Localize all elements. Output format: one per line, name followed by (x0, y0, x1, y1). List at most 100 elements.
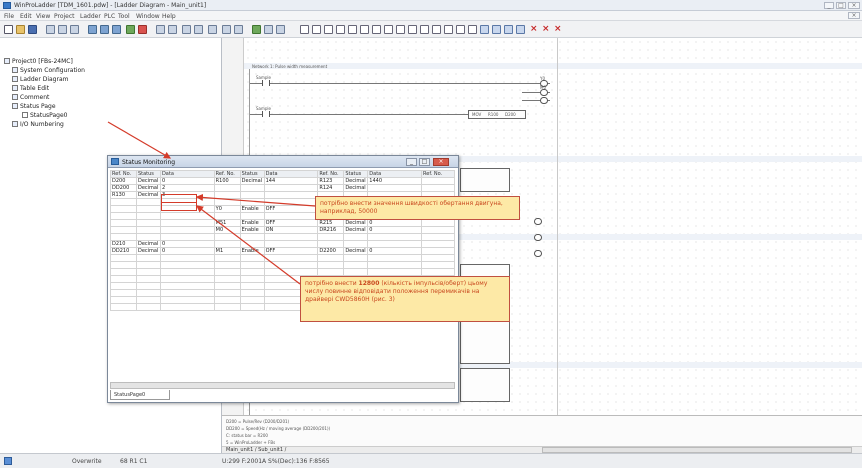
status-table-cell[interactable] (110, 212, 137, 220)
status-table-cell[interactable]: Decimal (135, 184, 161, 192)
status-table-cell[interactable] (421, 261, 455, 269)
status-table-row[interactable]: M51 Enable OFF R215 Decimal 0 (110, 219, 455, 227)
status-table-cell[interactable]: 0 (159, 247, 215, 255)
status-table-cell[interactable] (110, 198, 137, 206)
status-table-cell[interactable] (213, 296, 241, 304)
status-table-cell[interactable] (159, 233, 215, 241)
minimize-button[interactable]: _ (824, 2, 834, 9)
tree-item-status-page[interactable]: Status Page (12, 103, 56, 110)
menu-tool[interactable]: Tool (118, 13, 130, 20)
coil-set-icon[interactable] (396, 25, 405, 34)
status-table-cell[interactable] (343, 233, 369, 241)
contact-down-icon[interactable] (336, 25, 345, 34)
close-branch-icon[interactable] (360, 25, 369, 34)
status-table-cell[interactable] (213, 233, 241, 241)
status-table-cell[interactable]: Decimal (343, 247, 369, 255)
status-table-cell[interactable] (263, 198, 319, 206)
status-table-cell[interactable] (367, 254, 423, 262)
new-file-icon[interactable] (4, 25, 13, 34)
status-table-cell[interactable] (343, 240, 369, 248)
monitor-icon[interactable] (156, 25, 165, 34)
status-table-cell[interactable] (263, 261, 319, 269)
status-table-cell[interactable]: R123 (317, 177, 345, 185)
status-table-cell[interactable] (263, 191, 319, 199)
status-table-cell[interactable] (110, 303, 137, 311)
short-circuit-icon[interactable] (372, 25, 381, 34)
status-table-cell[interactable] (135, 233, 161, 241)
online-icon[interactable] (252, 25, 261, 34)
tree-item-table-edit[interactable]: Table Edit (12, 85, 49, 92)
status-table-cell[interactable] (159, 261, 215, 269)
download-icon[interactable] (222, 25, 231, 34)
status-table-cell[interactable] (110, 226, 137, 234)
horizontal-line-icon[interactable] (468, 25, 477, 34)
preview-icon[interactable] (58, 25, 67, 34)
tree-item-comment[interactable]: Comment (12, 94, 49, 101)
status-table-cell[interactable] (263, 233, 319, 241)
coil-element[interactable] (540, 89, 548, 96)
status-table-cell[interactable] (239, 268, 265, 276)
compile-icon[interactable] (208, 25, 217, 34)
status-table-cell[interactable] (110, 268, 137, 276)
tree-item-io-numbering[interactable]: I/O Numbering (12, 121, 64, 128)
copy-icon[interactable] (100, 25, 109, 34)
status-table-cell[interactable]: OFF (263, 205, 319, 213)
maximize-button[interactable]: □ (836, 2, 846, 9)
contact-no-icon[interactable] (300, 25, 309, 34)
status-table-cell[interactable]: 0 (159, 240, 215, 248)
tree-item-system-configuration[interactable]: System Configuration (12, 67, 85, 74)
print-icon[interactable] (46, 25, 55, 34)
status-table-cell[interactable]: 0 (367, 219, 423, 227)
table-icon[interactable] (492, 25, 501, 34)
tree-item-ladder-diagram[interactable]: Ladder Diagram (12, 76, 68, 83)
status-table-cell[interactable] (110, 205, 137, 213)
status-table-cell[interactable] (213, 254, 241, 262)
status-table-cell[interactable] (213, 184, 241, 192)
status-table-cell[interactable]: M1 (213, 247, 241, 255)
status-table-cell[interactable]: Decimal (343, 226, 369, 234)
status-table-cell[interactable] (213, 289, 241, 297)
grid-icon[interactable] (480, 25, 489, 34)
status-table-cell[interactable] (159, 282, 215, 290)
coil-element[interactable] (534, 234, 542, 241)
status-table-row[interactable]: DD200 Decimal 2 R124 Decimal (110, 184, 455, 192)
stop-icon[interactable] (138, 25, 147, 34)
plc-settings-icon[interactable] (276, 25, 285, 34)
status-table-cell[interactable] (213, 261, 241, 269)
status-table-cell[interactable]: M0 (213, 226, 241, 234)
coil-inverse-icon[interactable] (420, 25, 429, 34)
status-table-row[interactable]: D210 Decimal 0 (110, 240, 455, 248)
status-table-cell[interactable] (213, 240, 241, 248)
zoom-out-icon[interactable] (194, 25, 203, 34)
status-table-cell[interactable] (135, 212, 161, 220)
contact-element[interactable] (262, 80, 270, 86)
status-table-cell[interactable] (239, 282, 265, 290)
status-table-cell[interactable] (239, 212, 265, 220)
status-table-cell[interactable]: D200 (110, 177, 137, 185)
status-table-cell[interactable] (135, 303, 161, 311)
status-table-cell[interactable] (110, 261, 137, 269)
status-table-cell[interactable] (367, 184, 423, 192)
status-table-cell[interactable] (159, 268, 215, 276)
status-table-cell[interactable] (239, 198, 265, 206)
status-table-cell[interactable]: Decimal (239, 177, 265, 185)
status-table-cell[interactable]: 0 (367, 226, 423, 234)
cut-icon[interactable] (88, 25, 97, 34)
contact-nc-icon[interactable] (312, 25, 321, 34)
plc-info-icon[interactable] (264, 25, 273, 34)
status-table-cell[interactable] (213, 191, 241, 199)
function-block[interactable] (460, 168, 510, 192)
rung-comment-icon[interactable] (516, 25, 525, 34)
status-table-row[interactable] (110, 233, 455, 241)
status-table-cell[interactable] (239, 191, 265, 199)
status-table-cell[interactable] (159, 219, 215, 227)
function-block[interactable] (460, 368, 510, 402)
coil-icon[interactable] (384, 25, 393, 34)
status-table-row[interactable] (110, 268, 455, 276)
delete-column-icon[interactable]: × (542, 25, 551, 34)
status-table-cell[interactable] (159, 289, 215, 297)
status-table-row[interactable]: M0 Enable ON DR216 Decimal 0 (110, 226, 455, 234)
status-table-cell[interactable] (263, 212, 319, 220)
status-table-cell[interactable] (110, 219, 137, 227)
status-table-cell[interactable] (213, 268, 241, 276)
